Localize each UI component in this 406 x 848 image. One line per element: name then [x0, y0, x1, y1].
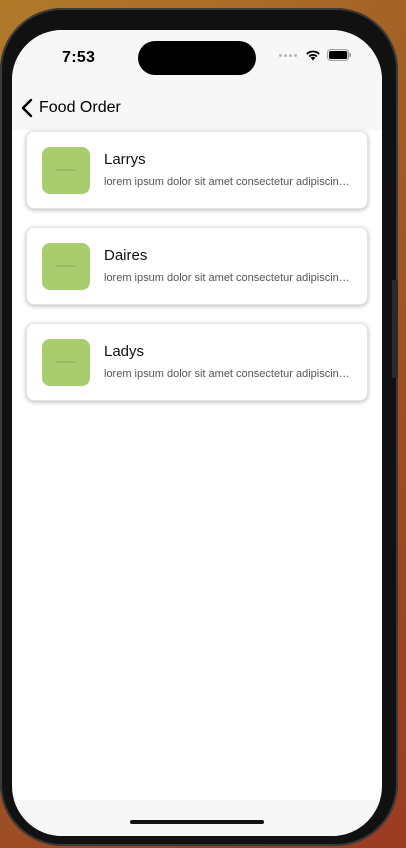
phone-side-button [392, 280, 398, 378]
page-title[interactable]: Food Order [39, 99, 121, 117]
status-bar: 7:53 [12, 30, 382, 86]
item-text: Larrys lorem ipsum dolor sit amet consec… [104, 151, 358, 188]
dynamic-island [138, 41, 256, 75]
list-item[interactable]: Daires lorem ipsum dolor sit amet consec… [26, 227, 368, 305]
thumbnail-placeholder-mark [56, 361, 76, 363]
restaurant-list: Larrys lorem ipsum dolor sit amet consec… [26, 131, 368, 419]
item-subtitle: lorem ipsum dolor sit amet consectetur a… [104, 272, 354, 284]
item-thumbnail [42, 339, 90, 386]
chevron-left-icon[interactable] [20, 98, 34, 118]
item-thumbnail [42, 147, 90, 194]
cellular-signal-icon [279, 53, 297, 57]
item-title: Daires [104, 247, 148, 264]
back-button[interactable]: Food Order [20, 98, 121, 118]
status-icons [279, 49, 352, 61]
item-subtitle: lorem ipsum dolor sit amet consectetur a… [104, 176, 354, 188]
item-subtitle: lorem ipsum dolor sit amet consectetur a… [104, 368, 354, 380]
list-item[interactable]: Larrys lorem ipsum dolor sit amet consec… [26, 131, 368, 209]
thumbnail-placeholder-mark [56, 169, 76, 171]
battery-icon [327, 49, 351, 61]
navigation-bar: Food Order [12, 86, 382, 130]
item-title: Ladys [104, 343, 145, 360]
item-title: Larrys [104, 151, 146, 168]
bottom-safe-area [12, 800, 382, 836]
home-indicator[interactable] [130, 820, 264, 824]
list-item[interactable]: Ladys lorem ipsum dolor sit amet consect… [26, 323, 368, 401]
wifi-icon [306, 50, 320, 61]
app-screen: 7:53 Food Order Larrys lorem ipsum dolor… [12, 30, 382, 836]
item-text: Ladys lorem ipsum dolor sit amet consect… [104, 343, 358, 380]
status-time: 7:53 [62, 49, 96, 66]
item-thumbnail [42, 243, 90, 290]
phone-frame: 7:53 Food Order Larrys lorem ipsum dolor… [0, 8, 398, 846]
thumbnail-placeholder-mark [56, 265, 76, 267]
item-text: Daires lorem ipsum dolor sit amet consec… [104, 247, 358, 284]
